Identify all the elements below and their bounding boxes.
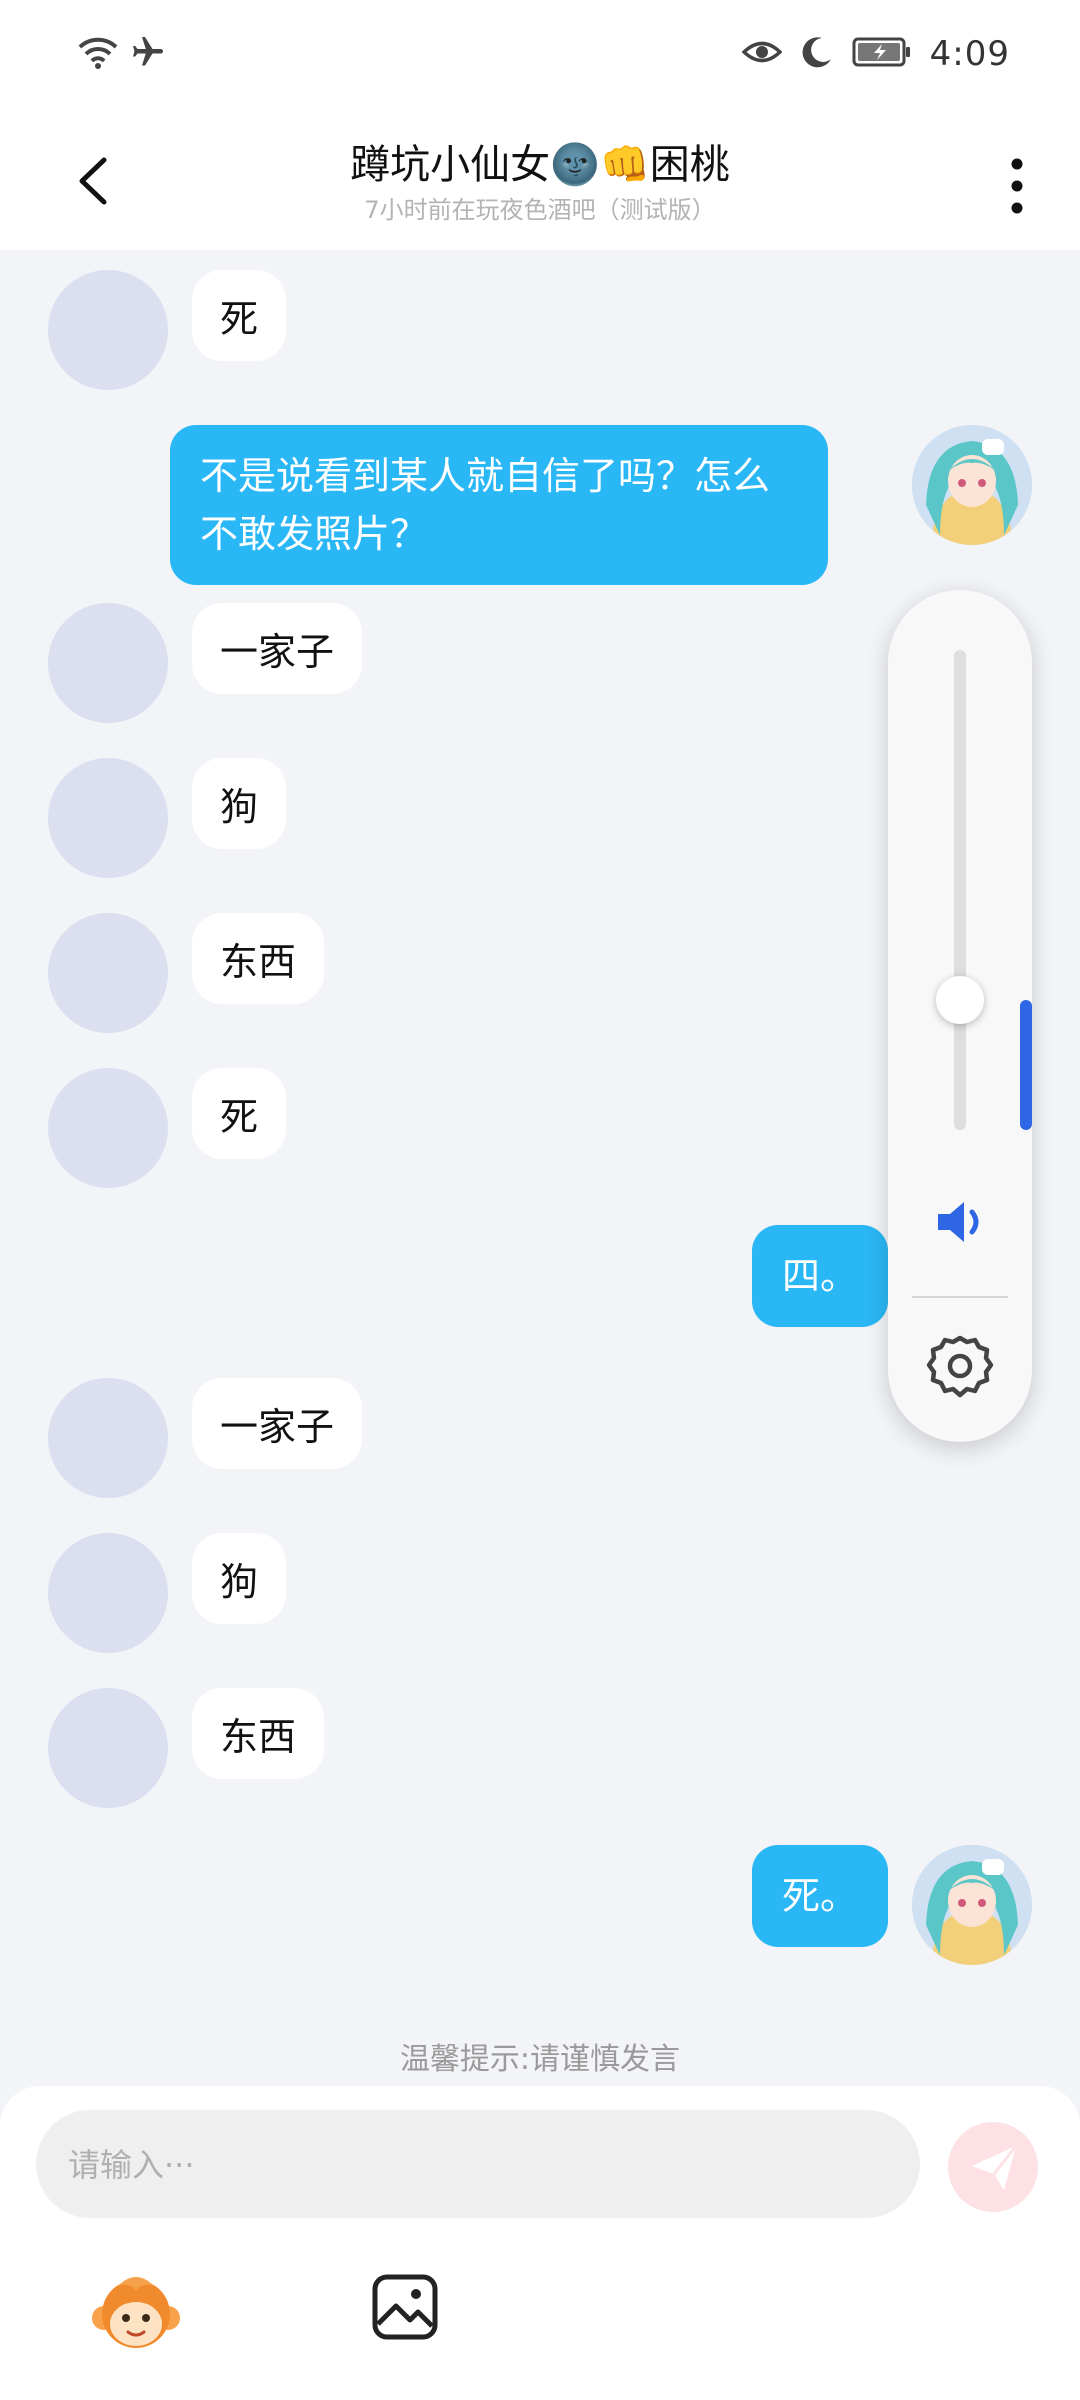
send-icon — [972, 2145, 1018, 2190]
contact-avatar[interactable] — [48, 603, 168, 723]
moon-icon — [800, 35, 834, 73]
my-avatar[interactable] — [912, 1845, 1032, 1965]
anime-girl-avatar-icon — [912, 425, 1032, 545]
image-picker-button[interactable] — [370, 2272, 440, 2342]
sticker-button[interactable] — [88, 2266, 184, 2362]
battery-charging-icon — [852, 36, 912, 72]
composer-area — [0, 2086, 1080, 2400]
volume-slider[interactable] — [954, 650, 1032, 1130]
incoming-message-bubble[interactable]: 狗 — [192, 1533, 287, 1624]
sound-settings-button[interactable] — [924, 1332, 996, 1404]
airplane-icon — [130, 34, 166, 74]
reminder-tip: 温馨提示:请谨慎发言 — [399, 2042, 681, 2077]
monkey-mascot-icon — [92, 2277, 180, 2348]
wifi-icon — [78, 35, 118, 73]
status-time: 4:09 — [929, 34, 1010, 74]
contact-avatar[interactable] — [48, 913, 168, 1033]
contact-avatar[interactable] — [48, 1068, 168, 1188]
incoming-message-bubble[interactable]: 狗 — [192, 758, 287, 849]
incoming-message-bubble[interactable]: 死 — [192, 270, 287, 361]
outgoing-message-bubble[interactable]: 死。 — [751, 1845, 888, 1947]
contact-avatar[interactable] — [48, 1378, 168, 1498]
more-vertical-icon — [1011, 158, 1023, 214]
incoming-message-bubble[interactable]: 一家子 — [192, 1378, 363, 1469]
contact-avatar[interactable] — [48, 758, 168, 878]
chat-subtitle: 7小时前在玩夜色酒吧（测试版） — [364, 196, 716, 224]
eye-icon — [741, 37, 783, 71]
outgoing-message-bubble[interactable]: 四。 — [751, 1225, 888, 1327]
message-input-container — [36, 2110, 920, 2220]
incoming-message-bubble[interactable]: 东西 — [192, 913, 325, 1004]
contact-avatar[interactable] — [48, 1533, 168, 1653]
contact-avatar[interactable] — [48, 270, 168, 390]
anime-girl-avatar-icon — [912, 1845, 1032, 1965]
incoming-message-bubble[interactable]: 东西 — [192, 1688, 325, 1779]
chat-header: 蹲坑小仙女🌚👊困桃 7小时前在玩夜色酒吧（测试版） — [0, 110, 1080, 250]
panel-divider — [912, 1296, 1008, 1298]
contact-avatar[interactable] — [48, 1688, 168, 1808]
incoming-message-bubble[interactable]: 一家子 — [192, 603, 363, 694]
speaker-icon — [938, 1202, 979, 1242]
status-bar: 4:09 — [0, 0, 1080, 110]
volume-slider-thumb[interactable] — [936, 976, 984, 1024]
volume-slider-fill — [1020, 1000, 1032, 1130]
incoming-message-bubble[interactable]: 死 — [192, 1068, 287, 1159]
more-options-button[interactable] — [992, 150, 1042, 220]
my-avatar[interactable] — [912, 425, 1032, 545]
message-input[interactable] — [66, 2110, 890, 2220]
chat-title: 蹲坑小仙女🌚👊困桃 — [350, 142, 730, 188]
volume-panel — [888, 590, 1032, 1442]
send-button[interactable] — [948, 2122, 1038, 2212]
speaker-button[interactable] — [928, 1190, 992, 1254]
image-icon — [372, 2274, 438, 2340]
gear-icon — [926, 1335, 994, 1398]
outgoing-message-bubble[interactable]: 不是说看到某人就自信了吗？怎么不敢发照片？ — [170, 425, 828, 585]
